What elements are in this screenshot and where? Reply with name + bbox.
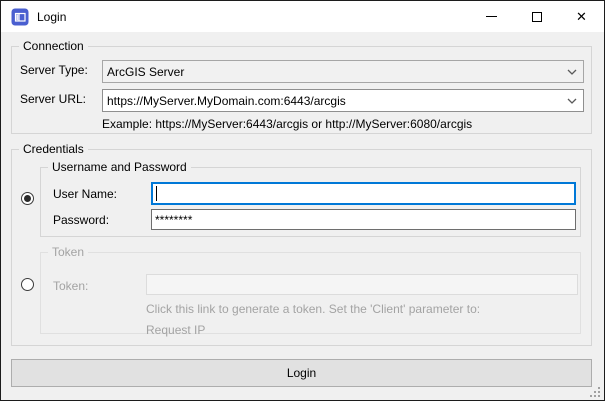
- chevron-down-icon: [561, 61, 583, 82]
- server-url-value: https://MyServer.MyDomain.com:6443/arcgi…: [107, 94, 561, 108]
- server-url-example-text: Example: https://MyServer:6443/arcgis or…: [102, 117, 472, 131]
- minimize-button[interactable]: [469, 1, 514, 32]
- login-dialog: Login ✕ Connection Server Type: ArcGIS S…: [0, 0, 605, 401]
- title-bar: Login ✕: [1, 1, 604, 32]
- app-window-icon: [11, 8, 29, 26]
- server-type-dropdown[interactable]: ArcGIS Server: [102, 60, 584, 83]
- user-name-label: User Name:: [53, 187, 117, 201]
- login-button-label: Login: [287, 366, 316, 380]
- close-button[interactable]: ✕: [559, 1, 604, 32]
- server-type-value: ArcGIS Server: [107, 65, 561, 79]
- token-group: Token Token: Click this link to generate…: [40, 252, 581, 334]
- radio-token[interactable]: [21, 278, 34, 291]
- maximize-button[interactable]: [514, 1, 559, 32]
- resize-grip[interactable]: [589, 386, 601, 398]
- text-caret: [156, 186, 157, 201]
- user-name-input[interactable]: [151, 182, 576, 205]
- password-input[interactable]: [151, 209, 576, 230]
- token-group-label: Token: [48, 245, 88, 259]
- login-button[interactable]: Login: [11, 359, 592, 387]
- server-url-combobox[interactable]: https://MyServer.MyDomain.com:6443/arcgi…: [102, 89, 584, 112]
- password-label: Password:: [53, 213, 109, 227]
- server-url-label: Server URL:: [20, 92, 86, 106]
- token-label: Token:: [53, 279, 88, 293]
- server-type-label: Server Type:: [20, 63, 88, 77]
- minimize-icon: [486, 16, 497, 17]
- request-ip-link: Request IP: [146, 323, 205, 337]
- token-help-text: Click this link to generate a token. Set…: [146, 302, 480, 316]
- window-title: Login: [37, 10, 66, 24]
- close-icon: ✕: [576, 10, 587, 23]
- username-password-group: Username and Password User Name: Passwor…: [40, 167, 581, 237]
- maximize-icon: [532, 12, 542, 22]
- credentials-group-label: Credentials: [19, 142, 88, 156]
- connection-group-label: Connection: [19, 39, 88, 53]
- token-input: [146, 274, 578, 295]
- radio-username-password[interactable]: [21, 192, 34, 205]
- connection-group: Connection Server Type: ArcGIS Server Se…: [11, 46, 592, 134]
- chevron-down-icon: [561, 90, 583, 111]
- credentials-group: Credentials Username and Password User N…: [11, 149, 592, 346]
- window-controls: ✕: [469, 1, 604, 32]
- username-password-group-label: Username and Password: [48, 160, 191, 174]
